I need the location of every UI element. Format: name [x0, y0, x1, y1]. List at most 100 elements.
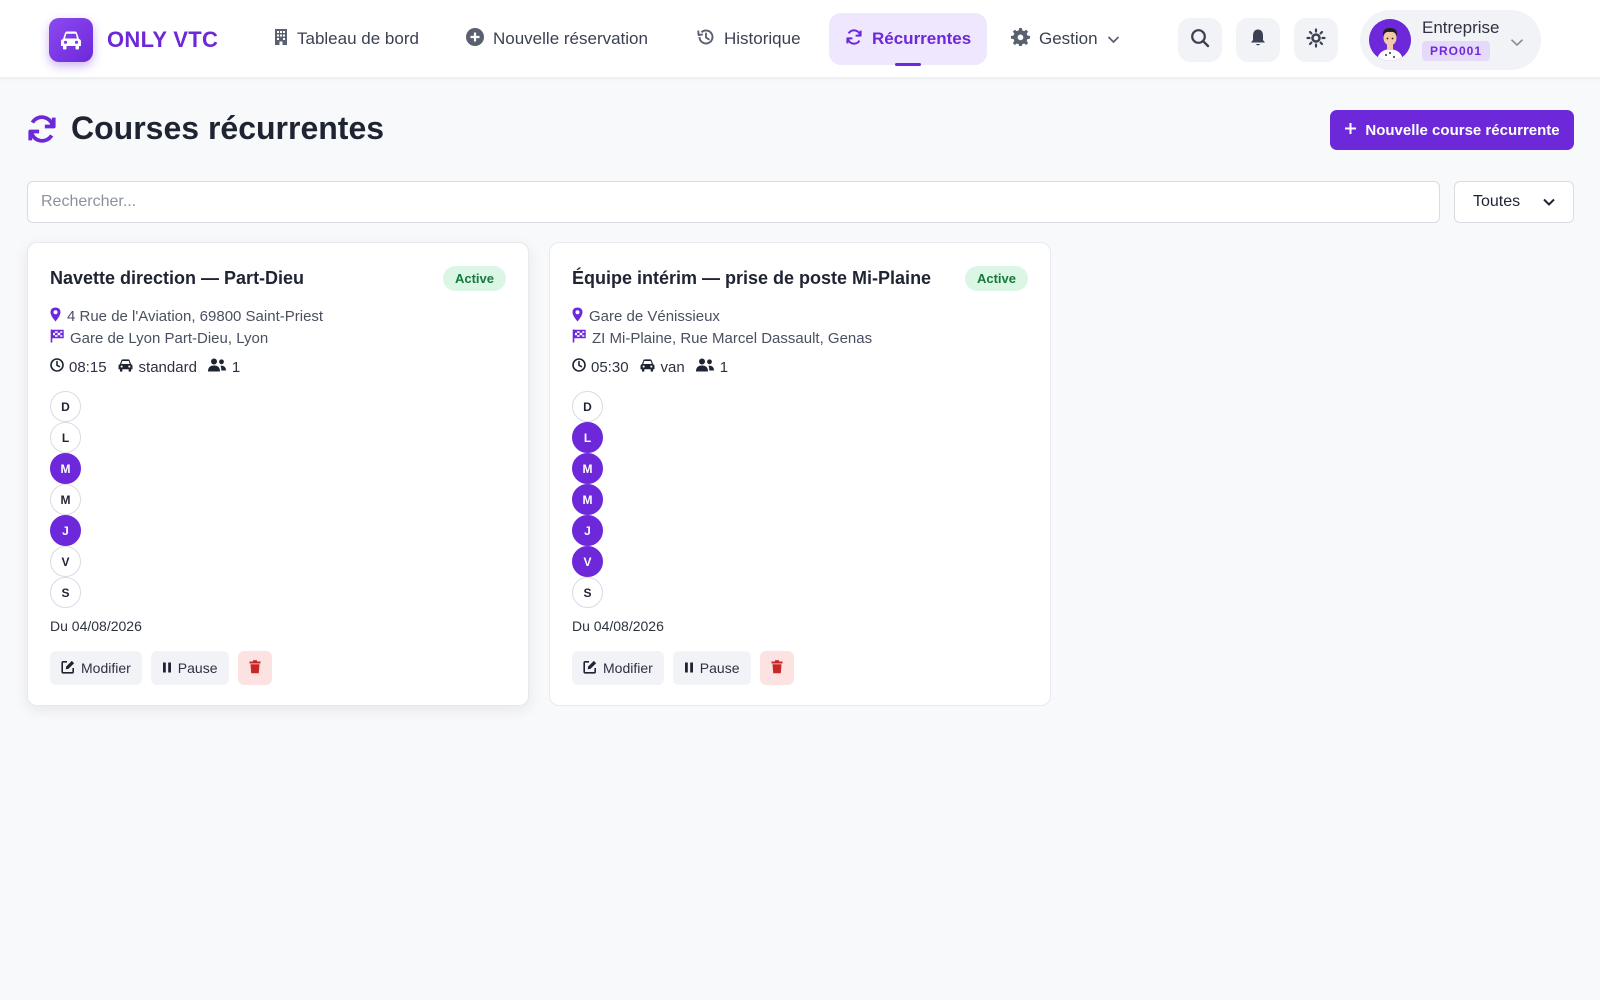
user-name: Entreprise	[1422, 18, 1500, 37]
weekday-toggle[interactable]: J	[50, 515, 81, 546]
sync-icon	[26, 113, 58, 150]
pause-icon	[684, 660, 694, 676]
page-title: Courses récurrentes	[71, 110, 385, 146]
status-filter-select[interactable]: Toutes	[1454, 181, 1574, 223]
time-text: 05:30	[591, 358, 629, 376]
car-icon	[639, 358, 656, 376]
nav-historique[interactable]: Historique	[680, 13, 817, 65]
weekday-toggle[interactable]: S	[50, 577, 81, 608]
nav-gestion[interactable]: Gestion	[995, 13, 1136, 65]
user-menu[interactable]: Entreprise PRO001	[1360, 10, 1541, 70]
nav-tableau-de-bord[interactable]: Tableau de bord	[258, 13, 435, 65]
trash-icon	[771, 659, 783, 677]
search-button[interactable]	[1178, 18, 1222, 62]
edit-icon	[61, 660, 75, 677]
card-actions: Modifier Pause	[50, 651, 272, 685]
sun-icon	[1306, 27, 1326, 53]
weekday-toggle[interactable]: V	[50, 546, 81, 577]
card-title: Équipe intérim — prise de poste Mi-Plain…	[572, 268, 932, 288]
chevron-down-icon	[1107, 29, 1120, 49]
ride-passengers: 1	[695, 358, 728, 376]
passengers-text: 1	[231, 358, 241, 376]
plus-circle-icon	[466, 27, 484, 51]
app-name[interactable]: ONLY VTC	[107, 27, 218, 53]
status-badge: Active	[964, 266, 1028, 291]
avatar	[1369, 19, 1411, 61]
start-date: Du 04/08/2026	[572, 618, 664, 634]
edit-label: Modifier	[81, 660, 131, 676]
nav-label: Historique	[724, 29, 801, 48]
edit-button[interactable]: Modifier	[572, 651, 664, 685]
trash-icon	[249, 659, 261, 677]
weekday-toggle[interactable]: M	[572, 453, 603, 484]
recurring-ride-card: Équipe intérim — prise de poste Mi-Plain…	[549, 242, 1051, 706]
edit-label: Modifier	[603, 660, 653, 676]
dropoff-text: ZI Mi-Plaine, Rue Marcel Dassault, Genas	[592, 329, 873, 347]
dropoff-address: ZI Mi-Plaine, Rue Marcel Dassault, Genas	[572, 329, 872, 347]
vehicle-text: standard	[138, 358, 197, 376]
edit-button[interactable]: Modifier	[50, 651, 142, 685]
ride-vehicle: van	[639, 358, 685, 376]
pickup-text: Gare de Vénissieux	[589, 308, 720, 325]
chevron-down-icon	[1543, 193, 1555, 211]
top-navbar: ONLY VTC Tableau de bord Nouvelle réserv…	[0, 0, 1600, 78]
users-icon	[207, 358, 227, 376]
delete-button[interactable]	[237, 651, 272, 685]
weekday-toggle[interactable]: S	[572, 577, 603, 608]
vehicle-text: van	[660, 358, 685, 376]
pause-label: Pause	[699, 660, 740, 676]
map-pin-icon	[50, 307, 61, 326]
new-recurring-ride-button[interactable]: Nouvelle course récurrente	[1330, 110, 1574, 150]
start-date: Du 04/08/2026	[50, 618, 142, 634]
weekday-toggle[interactable]: M	[50, 484, 81, 515]
sync-icon	[845, 28, 863, 51]
nav-label: Gestion	[1039, 29, 1098, 48]
card-title: Navette direction — Part-Dieu	[50, 268, 305, 288]
button-label: Nouvelle course récurrente	[1365, 121, 1560, 139]
nav-label: Tableau de bord	[297, 29, 419, 48]
checkered-flag-icon	[50, 329, 64, 347]
pause-button[interactable]: Pause	[672, 651, 751, 685]
pickup-address: 4 Rue de l'Aviation, 69800 Saint-Priest	[50, 307, 323, 326]
nav-label: Récurrentes	[872, 29, 972, 48]
pause-label: Pause	[177, 660, 218, 676]
weekday-toggle[interactable]: D	[572, 391, 603, 422]
card-actions: Modifier Pause	[572, 651, 794, 685]
gear-icon	[1011, 27, 1030, 51]
ride-time: 05:30	[572, 358, 629, 376]
weekday-selector: DLMMJVS	[50, 391, 81, 608]
search-icon	[1190, 28, 1210, 53]
theme-toggle-button[interactable]	[1294, 18, 1338, 62]
car-logo-icon[interactable]	[49, 18, 93, 62]
notifications-button[interactable]	[1236, 18, 1280, 62]
filter-value: Toutes	[1473, 193, 1521, 210]
nav-nouvelle-reservation[interactable]: Nouvelle réservation	[450, 13, 664, 65]
map-pin-icon	[572, 307, 583, 326]
building-icon	[274, 28, 288, 51]
history-icon	[696, 28, 715, 51]
ride-meta: 08:15 standard 1	[50, 358, 250, 376]
bell-icon	[1250, 28, 1266, 52]
search-input[interactable]	[27, 181, 1440, 223]
pause-icon	[162, 660, 172, 676]
clock-icon	[572, 358, 586, 376]
status-badge: Active	[442, 266, 506, 291]
pickup-address: Gare de Vénissieux	[572, 307, 720, 326]
weekday-toggle[interactable]: L	[572, 422, 603, 453]
ride-passengers: 1	[207, 358, 240, 376]
pause-button[interactable]: Pause	[150, 651, 229, 685]
weekday-toggle[interactable]: J	[572, 515, 603, 546]
delete-button[interactable]	[759, 651, 794, 685]
weekday-toggle[interactable]: M	[572, 484, 603, 515]
dropoff-text: Gare de Lyon Part-Dieu, Lyon	[70, 329, 269, 347]
ride-meta: 05:30 van 1	[572, 358, 738, 376]
weekday-toggle[interactable]: D	[50, 391, 81, 422]
weekday-toggle[interactable]: M	[50, 453, 81, 484]
weekday-toggle[interactable]: L	[50, 422, 81, 453]
users-icon	[695, 358, 715, 376]
nav-label: Nouvelle réservation	[493, 29, 648, 48]
nav-recurrentes[interactable]: Récurrentes	[829, 13, 988, 66]
weekday-toggle[interactable]: V	[572, 546, 603, 577]
weekday-selector: DLMMJVS	[572, 391, 603, 608]
edit-icon	[583, 660, 597, 677]
